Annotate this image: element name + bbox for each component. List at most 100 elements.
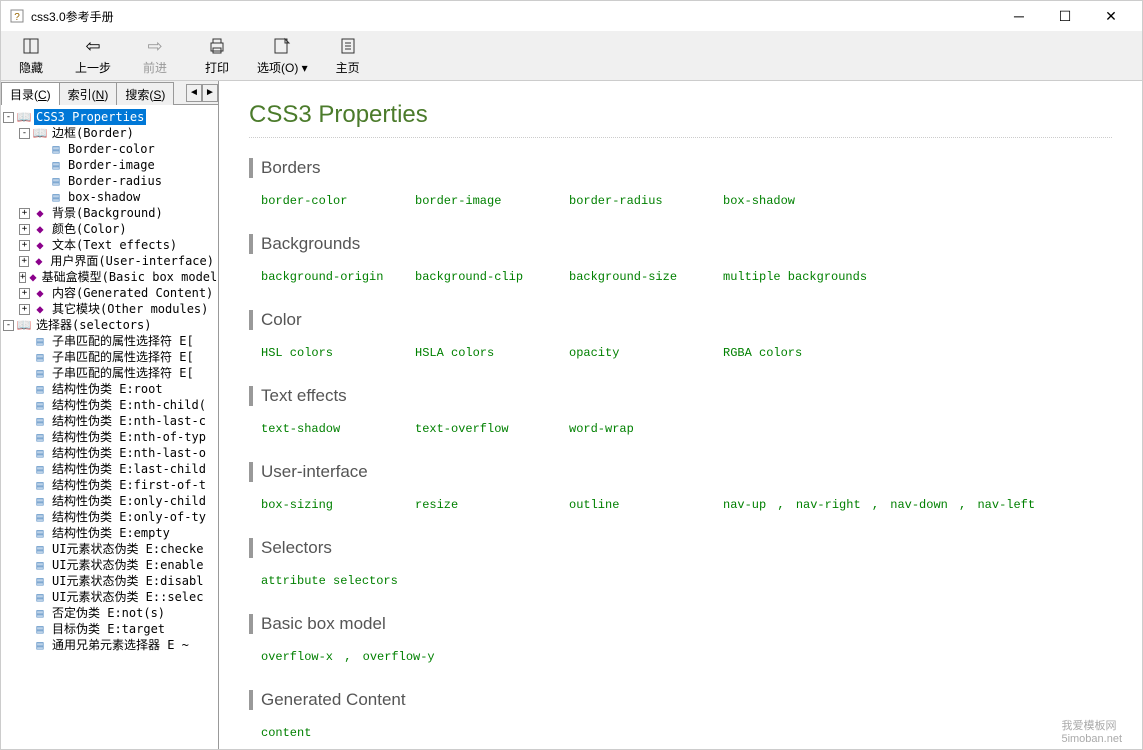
property-link[interactable]: nav-right bbox=[796, 498, 861, 512]
collapse-icon[interactable]: - bbox=[3, 112, 14, 123]
tree-spacer bbox=[19, 368, 30, 379]
tree-item[interactable]: ▤结构性伪类 E:nth-of-typ bbox=[3, 429, 216, 445]
maximize-button[interactable]: ☐ bbox=[1042, 1, 1088, 31]
tree-view[interactable]: -📖CSS3 Properties-📖边框(Border)▤Border-col… bbox=[1, 105, 218, 749]
window-title: css3.0参考手册 bbox=[31, 8, 996, 25]
tree-item[interactable]: +◆文本(Text effects) bbox=[3, 237, 216, 253]
minimize-button[interactable]: ─ bbox=[996, 1, 1042, 31]
tree-item[interactable]: ▤目标伪类 E:target bbox=[3, 621, 216, 637]
property-link[interactable]: RGBA colors bbox=[723, 344, 877, 362]
tab-search[interactable]: 搜索(S) bbox=[116, 82, 174, 105]
tree-item[interactable]: ▤结构性伪类 E:root bbox=[3, 381, 216, 397]
tab-contents[interactable]: 目录(C) bbox=[1, 82, 60, 105]
property-link[interactable]: HSLA colors bbox=[415, 344, 569, 362]
tree-item[interactable]: ▤子串匹配的属性选择符 E[ bbox=[3, 365, 216, 381]
tree-item[interactable]: ▤否定伪类 E:not(s) bbox=[3, 605, 216, 621]
tree-item[interactable]: ▤UI元素状态伪类 E:enable bbox=[3, 557, 216, 573]
tree-item[interactable]: ▤结构性伪类 E:only-of-ty bbox=[3, 509, 216, 525]
property-link[interactable]: opacity bbox=[569, 344, 723, 362]
expand-icon[interactable]: + bbox=[19, 256, 29, 267]
tree-item[interactable]: ▤UI元素状态伪类 E::selec bbox=[3, 589, 216, 605]
tree-item[interactable]: ▤结构性伪类 E:nth-child( bbox=[3, 397, 216, 413]
property-link[interactable]: nav-left bbox=[977, 498, 1035, 512]
expand-icon[interactable]: + bbox=[19, 304, 30, 315]
property-link[interactable]: attribute selectors bbox=[261, 572, 415, 590]
tree-label: UI元素状态伪类 E:disabl bbox=[50, 573, 205, 589]
tree-item[interactable]: ▤子串匹配的属性选择符 E[ bbox=[3, 333, 216, 349]
back-button[interactable]: ⇦ 上一步 bbox=[71, 35, 115, 76]
tab-index[interactable]: 索引(N) bbox=[59, 82, 118, 105]
tree-item[interactable]: +◆颜色(Color) bbox=[3, 221, 216, 237]
tree-item[interactable]: ▤结构性伪类 E:empty bbox=[3, 525, 216, 541]
property-link[interactable]: outline bbox=[569, 496, 723, 514]
tree-label: 结构性伪类 E:empty bbox=[50, 525, 172, 541]
tree-item[interactable]: ▤结构性伪类 E:only-child bbox=[3, 493, 216, 509]
print-button[interactable]: 打印 bbox=[195, 35, 239, 76]
tree-item[interactable]: +◆内容(Generated Content) bbox=[3, 285, 216, 301]
property-link[interactable]: nav-up bbox=[723, 498, 766, 512]
close-button[interactable]: ✕ bbox=[1088, 1, 1134, 31]
tab-scroll-left[interactable]: ◄ bbox=[186, 84, 202, 102]
options-button[interactable]: 选项(O) ▾ bbox=[257, 35, 308, 76]
tree-item[interactable]: -📖边框(Border) bbox=[3, 125, 216, 141]
tree-item[interactable]: ▤结构性伪类 E:first-of-t bbox=[3, 477, 216, 493]
hide-button[interactable]: 隐藏 bbox=[9, 35, 53, 76]
home-button[interactable]: 主页 bbox=[326, 35, 370, 76]
tree-spacer bbox=[19, 352, 30, 363]
property-link[interactable]: resize bbox=[415, 496, 569, 514]
page-icon: ▤ bbox=[33, 446, 47, 460]
page-icon: ▤ bbox=[33, 606, 47, 620]
tree-label: 结构性伪类 E:last-child bbox=[50, 461, 208, 477]
property-link[interactable]: overflow-x bbox=[261, 650, 333, 664]
expand-icon[interactable]: + bbox=[19, 208, 30, 219]
property-link[interactable]: background-size bbox=[569, 268, 723, 286]
page-icon: ▤ bbox=[33, 414, 47, 428]
hide-icon bbox=[20, 35, 42, 57]
section-heading: Borders bbox=[249, 158, 1112, 178]
tab-scroll-right[interactable]: ► bbox=[202, 84, 218, 102]
property-link[interactable]: text-shadow bbox=[261, 420, 415, 438]
collapse-icon[interactable]: - bbox=[19, 128, 30, 139]
expand-icon[interactable]: + bbox=[19, 272, 26, 283]
tree-item[interactable]: ▤UI元素状态伪类 E:disabl bbox=[3, 573, 216, 589]
property-link[interactable]: background-clip bbox=[415, 268, 569, 286]
tree-item[interactable]: ▤结构性伪类 E:last-child bbox=[3, 461, 216, 477]
tree-item[interactable]: +◆其它模块(Other modules) bbox=[3, 301, 216, 317]
tree-item[interactable]: +◆基础盒模型(Basic box model) bbox=[3, 269, 216, 285]
page-icon: ▤ bbox=[49, 190, 63, 204]
tree-item[interactable]: ▤子串匹配的属性选择符 E[ bbox=[3, 349, 216, 365]
tree-item[interactable]: +◆用户界面(User-interface) bbox=[3, 253, 216, 269]
tree-item[interactable]: ▤box-shadow bbox=[3, 189, 216, 205]
property-link[interactable]: border-radius bbox=[569, 192, 723, 210]
property-link[interactable]: HSL colors bbox=[261, 344, 415, 362]
tree-item[interactable]: -📖CSS3 Properties bbox=[3, 109, 216, 125]
tree-item[interactable]: ▤Border-color bbox=[3, 141, 216, 157]
tree-item[interactable]: ▤结构性伪类 E:nth-last-c bbox=[3, 413, 216, 429]
tree-item[interactable]: ▤UI元素状态伪类 E:checke bbox=[3, 541, 216, 557]
tree-item[interactable]: ▤通用兄弟元素选择器 E ~ bbox=[3, 637, 216, 653]
property-link[interactable]: border-image bbox=[415, 192, 569, 210]
expand-icon[interactable]: + bbox=[19, 240, 30, 251]
tree-item[interactable]: ▤结构性伪类 E:nth-last-o bbox=[3, 445, 216, 461]
forward-button[interactable]: ⇨ 前进 bbox=[133, 35, 177, 76]
property-link[interactable]: background-origin bbox=[261, 268, 415, 286]
tree-label: Border-radius bbox=[66, 173, 164, 189]
property-link[interactable]: word-wrap bbox=[569, 420, 723, 438]
property-link[interactable]: border-color bbox=[261, 192, 415, 210]
property-link[interactable]: overflow-y bbox=[363, 650, 435, 664]
property-link[interactable]: multiple backgrounds bbox=[723, 268, 877, 286]
tree-item[interactable]: -📖选择器(selectors) bbox=[3, 317, 216, 333]
expand-icon[interactable]: + bbox=[19, 224, 30, 235]
property-link[interactable]: nav-down bbox=[890, 498, 948, 512]
property-link[interactable]: text-overflow bbox=[415, 420, 569, 438]
expand-icon[interactable]: + bbox=[19, 288, 30, 299]
tree-item[interactable]: ▤Border-radius bbox=[3, 173, 216, 189]
divider bbox=[249, 137, 1112, 138]
property-link[interactable]: box-shadow bbox=[723, 192, 877, 210]
tree-item[interactable]: +◆背景(Background) bbox=[3, 205, 216, 221]
tree-item[interactable]: ▤Border-image bbox=[3, 157, 216, 173]
property-link[interactable]: box-sizing bbox=[261, 496, 415, 514]
body-area: 目录(C) 索引(N) 搜索(S) ◄ ► -📖CSS3 Properties-… bbox=[1, 81, 1142, 749]
property-link[interactable]: content bbox=[261, 724, 415, 742]
collapse-icon[interactable]: - bbox=[3, 320, 14, 331]
